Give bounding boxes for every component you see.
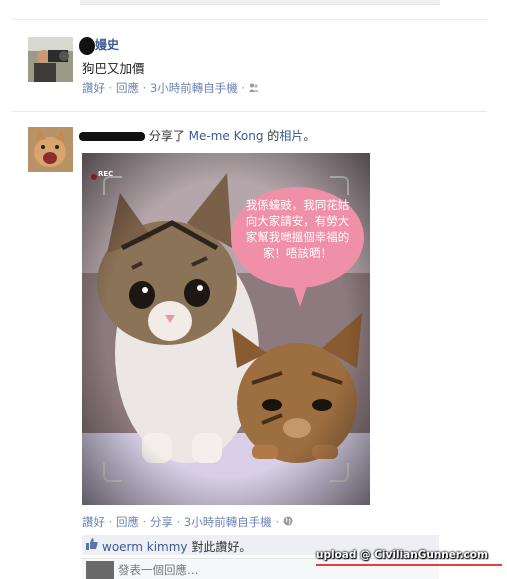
speech-bubble: 我係蠔豉，我同花姑向大家請安，有勞大家幫我哋搵個幸福的家！唔該晒！ xyxy=(231,187,364,288)
previous-comment-box xyxy=(80,0,440,5)
commenter-avatar xyxy=(86,561,114,579)
avatar[interactable] xyxy=(28,127,73,172)
share-header: 分享了 Me-me Kong 的相片。 xyxy=(79,127,315,144)
comment-composer: 發表一個回應… xyxy=(82,558,439,579)
public-globe-icon[interactable] xyxy=(283,515,293,529)
thumbs-up-icon xyxy=(86,538,98,553)
post-divider xyxy=(12,111,487,112)
post-actions: 讚好 · 回應 · 分享 · 3小時前轉自手機 · xyxy=(82,514,293,530)
liker-name[interactable]: woerm kimmy xyxy=(102,540,188,554)
post-actions: 讚好 · 回應 · 3小時前轉自手機 · xyxy=(82,80,259,96)
watermark: upload @ CivilianGunner.com xyxy=(316,549,488,561)
post-divider xyxy=(12,19,487,20)
timestamp[interactable]: 3小時前轉自手機 xyxy=(184,515,272,529)
photo-link[interactable]: 相片 xyxy=(279,129,303,143)
like-link[interactable]: 讚好 xyxy=(82,515,105,529)
post-author[interactable]: 嫚史 xyxy=(79,36,119,55)
redaction-mark xyxy=(79,36,95,55)
comment-link[interactable]: 回應 xyxy=(116,81,139,95)
speech-bubble-tail xyxy=(292,283,308,307)
redaction-mark xyxy=(79,132,145,141)
timestamp[interactable]: 3小時前轉自手機 xyxy=(150,81,238,95)
like-link[interactable]: 讚好 xyxy=(82,81,105,95)
speech-bubble-text: 我係蠔豉，我同花姑向大家請安，有勞大家幫我哋搵個幸福的家！唔該晒！ xyxy=(245,198,350,260)
author-name[interactable]: 嫚史 xyxy=(95,38,119,52)
page-link[interactable]: Me-me Kong xyxy=(189,129,264,143)
watermark-underline xyxy=(316,564,502,566)
post-text: 狗巴又加價 xyxy=(82,61,145,76)
avatar[interactable] xyxy=(28,37,73,82)
rec-label: REC xyxy=(98,170,114,178)
share-link[interactable]: 分享 xyxy=(150,515,173,529)
friends-audience-icon[interactable] xyxy=(248,81,259,95)
comment-link[interactable]: 回應 xyxy=(116,515,139,529)
